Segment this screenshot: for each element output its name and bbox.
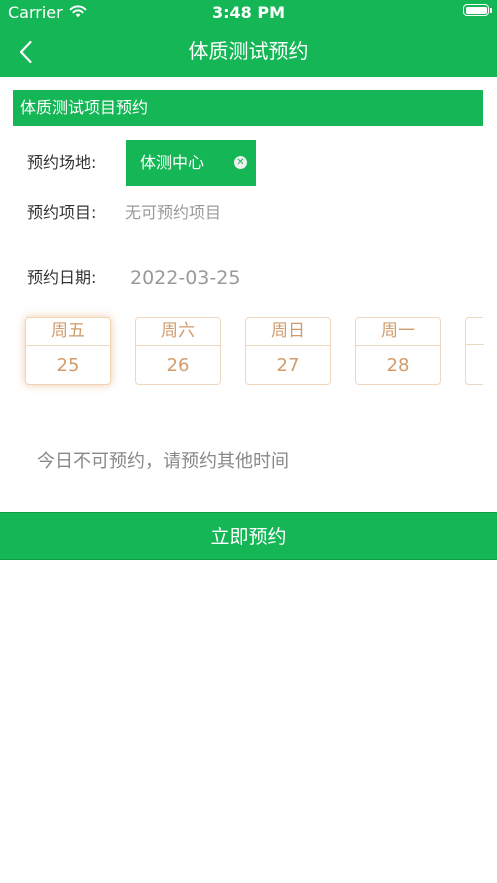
project-value: 无可预约项目 [125, 203, 222, 222]
date-card-weekday: 周六 [136, 318, 220, 346]
submit-button[interactable]: 立即预约 [0, 512, 497, 560]
date-card-weekday: 周一 [356, 318, 440, 346]
section-header: 体质测试项目预约 [13, 90, 483, 126]
venue-label: 预约场地: [27, 153, 97, 172]
date-card-weekday: 周日 [246, 318, 330, 346]
battery-icon [463, 4, 492, 16]
date-card-weekday: 周五 [26, 318, 110, 346]
date-card[interactable]: 周五 25 [25, 317, 111, 385]
status-time: 3:48 PM [211, 3, 285, 22]
clear-icon[interactable]: ✕ [234, 156, 247, 169]
date-value: 2022-03-25 [130, 267, 241, 289]
date-card-day: 26 [166, 355, 190, 376]
date-card-day: 28 [386, 355, 410, 376]
date-card-day: 27 [276, 355, 300, 376]
venue-chip[interactable]: 体测中心 ✕ [126, 140, 256, 186]
project-label: 预约项目: [27, 203, 97, 222]
page-title: 体质测试预约 [188, 39, 309, 63]
notice-text: 今日不可预约，请预约其他时间 [37, 451, 289, 472]
date-card[interactable]: 周一 28 [355, 317, 441, 385]
venue-value: 体测中心 [140, 153, 205, 172]
date-card[interactable]: 周六 26 [135, 317, 221, 385]
date-card[interactable]: 周日 27 [245, 317, 331, 385]
date-card-day: 25 [56, 355, 80, 376]
top-bar: Carrier 3:48 PM 体质测试预约 [0, 0, 497, 77]
date-label: 预约日期: [27, 268, 97, 287]
date-card-partial[interactable] [465, 317, 484, 385]
